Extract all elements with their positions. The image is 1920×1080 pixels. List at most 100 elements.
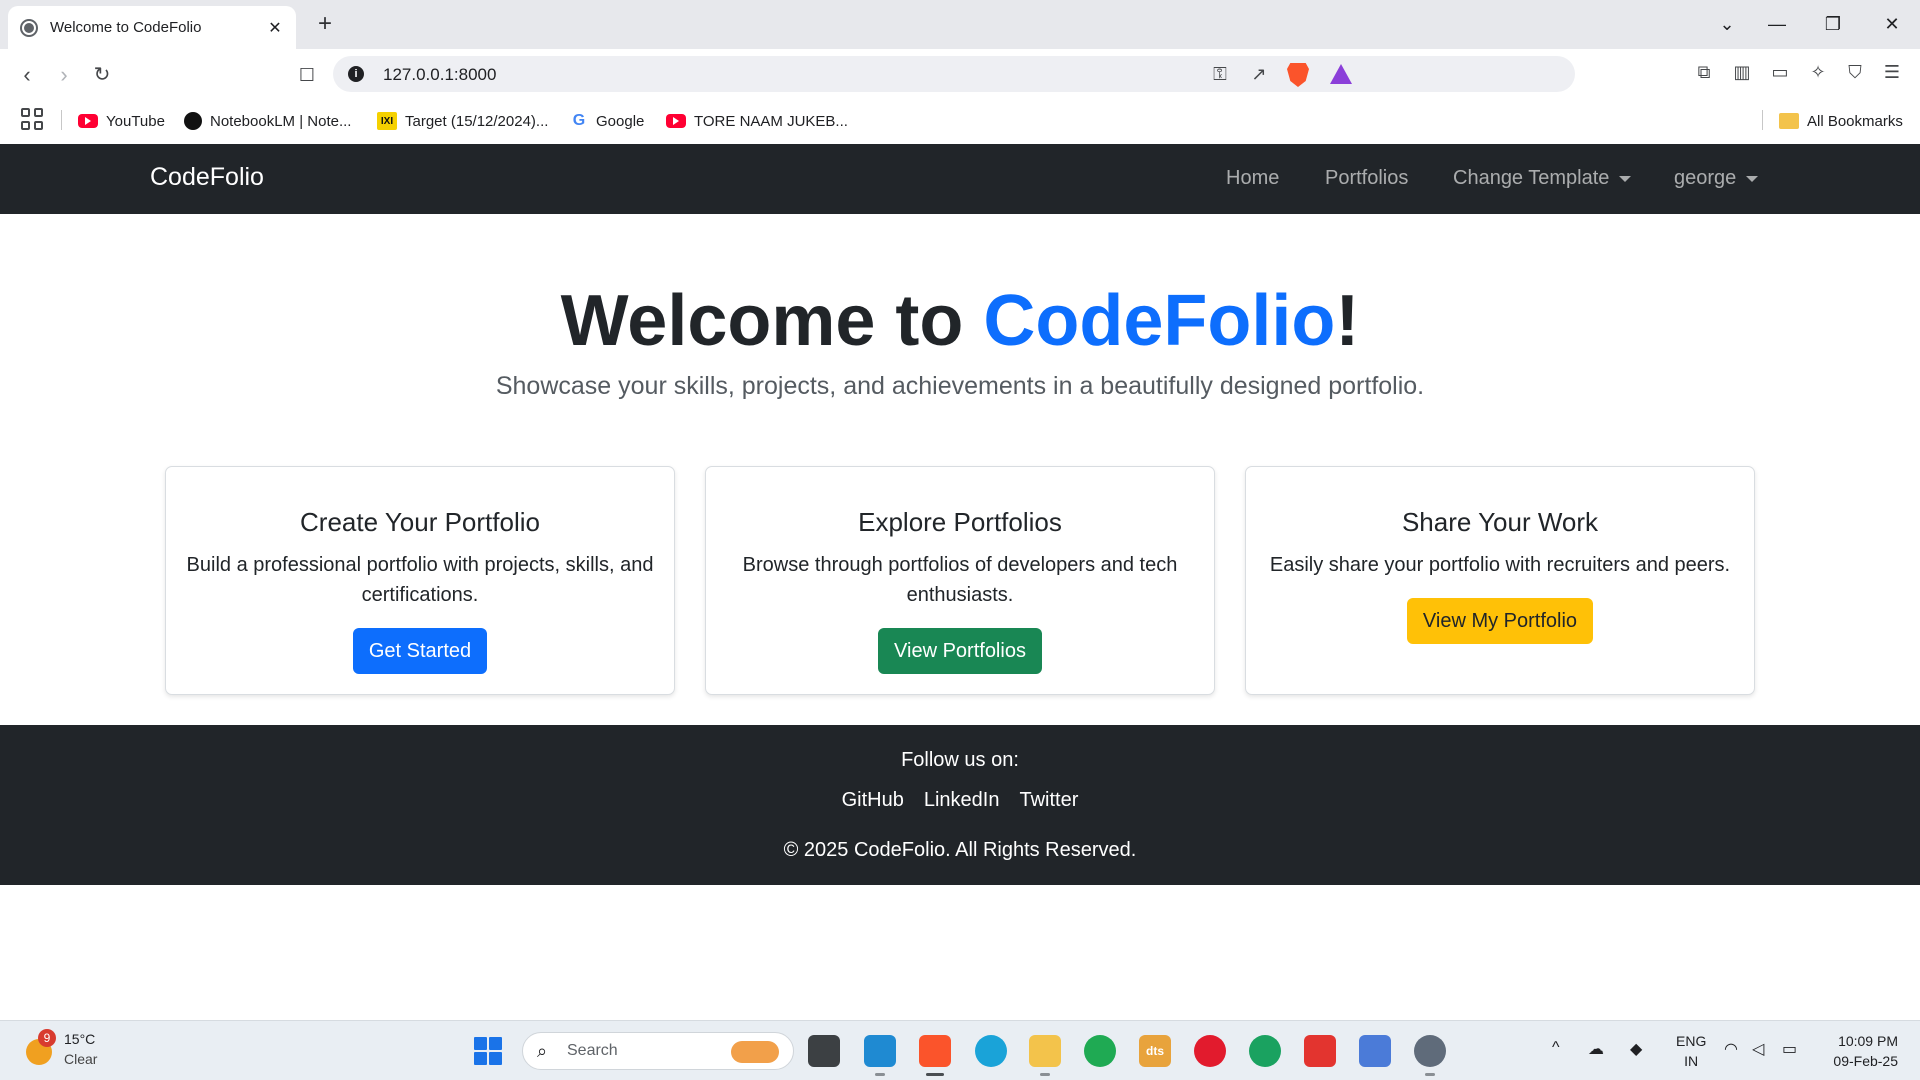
brave-icon[interactable] — [919, 1035, 951, 1067]
windows-taskbar: 9 15°C Clear ⌕ Search dts ^ ☁ ◆ ENG IN ◠… — [0, 1020, 1920, 1080]
weather-temperature[interactable]: 15°C — [64, 1031, 95, 1047]
onedrive-icon[interactable]: ☁ — [1588, 1039, 1604, 1059]
all-bookmarks-button[interactable]: All Bookmarks — [1779, 110, 1903, 132]
anydesk-icon[interactable] — [1304, 1035, 1336, 1067]
snipping-tool-icon[interactable] — [1359, 1035, 1391, 1067]
search-icon: ⌕ — [537, 1041, 548, 1061]
footer-link-github[interactable]: GitHub — [842, 789, 904, 812]
bookmark-notebooklm[interactable]: NotebookLM | Note... — [184, 110, 351, 132]
bookmark-target[interactable]: IXI Target (15/12/2024)... — [377, 110, 548, 132]
footer-link-linkedin[interactable]: LinkedIn — [924, 789, 1000, 812]
edge-icon[interactable] — [975, 1035, 1007, 1067]
tray-overflow-chevron-icon[interactable]: ^ — [1552, 1039, 1560, 1057]
address-bar[interactable]: i 127.0.0.1:8000 ⚿ ↗ — [333, 56, 1575, 92]
settings-icon[interactable] — [1414, 1035, 1446, 1067]
bookmark-google[interactable]: G Google — [570, 110, 645, 132]
nav-change-template-dropdown[interactable]: Change Template — [1453, 167, 1632, 190]
brave-shields-icon[interactable] — [1287, 63, 1309, 87]
vpn-shield-icon[interactable]: ⛉ — [1843, 60, 1867, 84]
close-window-button[interactable]: ✕ — [1877, 10, 1907, 38]
globe-icon — [20, 18, 38, 37]
browser-tab-active[interactable]: Welcome to CodeFolio ✕ — [8, 6, 296, 49]
bookmark-separator — [61, 110, 62, 130]
card-title: Explore Portfolios — [858, 507, 1062, 537]
weather-badge: 9 — [38, 1029, 56, 1047]
file-explorer-icon[interactable] — [1029, 1035, 1061, 1067]
running-indicator — [875, 1073, 885, 1076]
card-explore-portfolios: Explore Portfolios Browse through portfo… — [705, 466, 1215, 695]
forward-button[interactable]: › — [49, 60, 79, 90]
menu-icon[interactable]: ☰ — [1880, 60, 1904, 84]
whatsapp-icon[interactable] — [1084, 1035, 1116, 1067]
card-title: Share Your Work — [1401, 507, 1599, 537]
youtube-icon — [666, 114, 686, 128]
system-clock[interactable]: 10:09 PM 09-Feb-25 — [1818, 1031, 1898, 1071]
search-label: Search — [567, 1042, 618, 1059]
minimize-button[interactable]: — — [1762, 10, 1792, 38]
hero-title-accent: CodeFolio — [983, 281, 1336, 361]
windows-start-icon[interactable] — [474, 1037, 502, 1065]
active-indicator — [926, 1073, 944, 1076]
card-text: Easily share your portfolio with recruit… — [1269, 554, 1731, 576]
chrome-icon[interactable] — [1249, 1035, 1281, 1067]
brave-rewards-icon[interactable] — [1330, 64, 1352, 84]
password-key-icon[interactable]: ⚿ — [1208, 63, 1232, 85]
task-view-icon[interactable] — [808, 1035, 840, 1067]
nav-home[interactable]: Home — [1226, 167, 1279, 190]
browser-toolbar: ‹ › ↻ ☐ i 127.0.0.1:8000 ⚿ ↗ ⧉ ▥ ▭ ✧ ⛉ ☰ — [0, 49, 1920, 99]
site-footer: Follow us on: GitHub LinkedIn Twitter © … — [0, 725, 1920, 885]
bookmarks-bar: YouTube NotebookLM | Note... IXI Target … — [0, 99, 1920, 144]
card-text: Build a professional portfolio with proj… — [186, 554, 654, 606]
dts-icon[interactable]: dts — [1139, 1035, 1171, 1067]
browser-tab-strip: Welcome to CodeFolio ✕ + ⌄ — ❐ ✕ — [0, 0, 1920, 49]
youtube-icon — [78, 114, 98, 128]
get-started-button[interactable]: Get Started — [352, 628, 488, 674]
nav-portfolios[interactable]: Portfolios — [1325, 167, 1408, 190]
folder-icon — [1779, 113, 1799, 129]
bookmark-tore-naam[interactable]: TORE NAAM JUKEB... — [666, 110, 848, 132]
extensions-icon[interactable]: ⧉ — [1692, 60, 1716, 84]
wifi-icon[interactable]: ◠ — [1724, 1039, 1738, 1059]
reload-button[interactable]: ↻ — [87, 60, 117, 90]
running-indicator — [1040, 1073, 1050, 1076]
view-my-portfolio-button[interactable]: View My Portfolio — [1406, 598, 1594, 644]
sidebar-icon[interactable]: ▥ — [1730, 60, 1754, 84]
taskbar-search[interactable]: ⌕ Search — [522, 1032, 794, 1070]
caret-down-icon — [1619, 175, 1632, 182]
search-highlight-icon — [731, 1041, 779, 1063]
bookmark-youtube[interactable]: YouTube — [78, 110, 165, 132]
wallet-icon[interactable]: ▭ — [1768, 60, 1792, 84]
battery-icon[interactable]: ▭ — [1782, 1039, 1797, 1059]
nav-user-dropdown[interactable]: george — [1674, 167, 1759, 190]
bookmark-page-icon[interactable]: ☐ — [292, 60, 322, 90]
dropbox-icon[interactable]: ◆ — [1630, 1039, 1642, 1059]
volume-icon[interactable]: ◁ — [1752, 1039, 1764, 1059]
card-title: Create Your Portfolio — [300, 507, 540, 537]
opera-icon[interactable] — [1194, 1035, 1226, 1067]
site-brand[interactable]: CodeFolio — [150, 163, 264, 192]
restore-button[interactable]: ❐ — [1818, 10, 1848, 38]
footer-social-links: GitHub LinkedIn Twitter — [0, 789, 1920, 812]
leo-ai-icon[interactable]: ✧ — [1806, 60, 1830, 84]
new-tab-button[interactable]: + — [312, 10, 338, 38]
caret-down-icon — [1746, 175, 1759, 182]
site-info-icon[interactable]: i — [348, 66, 364, 82]
apps-grid-icon[interactable] — [21, 108, 43, 130]
card-share-work: Share Your Work Easily share your portfo… — [1245, 466, 1755, 695]
tab-close-icon[interactable]: ✕ — [266, 18, 284, 38]
card-text: Browse through portfolios of developers … — [742, 554, 1178, 606]
share-icon[interactable]: ↗ — [1247, 63, 1271, 85]
url-text[interactable]: 127.0.0.1:8000 — [383, 65, 496, 85]
back-button[interactable]: ‹ — [12, 60, 42, 90]
footer-link-twitter[interactable]: Twitter — [1019, 789, 1078, 812]
view-portfolios-button[interactable]: View Portfolios — [878, 628, 1042, 674]
vscode-icon[interactable] — [864, 1035, 896, 1067]
running-indicator — [1425, 1073, 1435, 1076]
notebooklm-icon — [184, 112, 202, 130]
footer-copyright: © 2025 CodeFolio. All Rights Reserved. — [783, 839, 1137, 861]
tab-search-icon[interactable]: ⌄ — [1712, 10, 1742, 38]
footer-follow-label: Follow us on: — [901, 749, 1019, 771]
tab-title: Welcome to CodeFolio — [50, 19, 202, 36]
weather-condition[interactable]: Clear — [64, 1051, 97, 1067]
language-indicator[interactable]: ENG IN — [1676, 1031, 1706, 1071]
